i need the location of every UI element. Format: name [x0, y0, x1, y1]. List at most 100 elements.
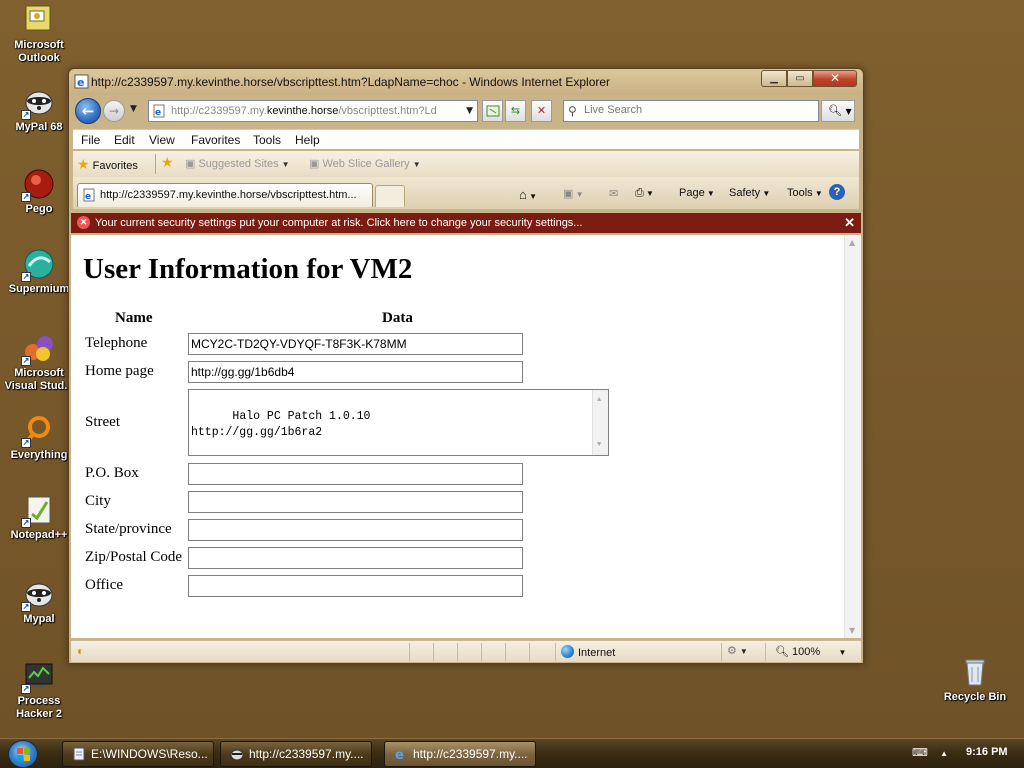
desktop-icon-mypal68[interactable]: ↗ MyPal 68 [1, 86, 77, 134]
suggested-sites-link[interactable]: ▣ Suggested Sites ▼ [185, 157, 290, 170]
po-box-field[interactable] [188, 463, 523, 485]
menu-tools[interactable]: Tools [253, 133, 281, 147]
street-textarea[interactable]: Halo PC Patch 1.0.10 http://gg.gg/1b6ra2… [188, 389, 609, 456]
office-field[interactable] [188, 575, 523, 597]
label-po-box: P.O. Box [85, 465, 139, 481]
city-field[interactable] [188, 491, 523, 513]
print-button[interactable]: ⎙ ▼ [635, 187, 654, 200]
home-page-field[interactable]: http://gg.gg/1b6db4 [188, 361, 523, 383]
scroll-up-arrow-icon[interactable]: ▲ [849, 238, 855, 247]
desktop-icon-outlook[interactable]: Microsoft Outlook [1, 4, 77, 65]
web-slice-gallery-link[interactable]: ▣ Web Slice Gallery ▼ [309, 157, 421, 170]
taskbar-button-ie[interactable]: e http://c2339597.my.... [384, 741, 536, 767]
new-tab-button[interactable] [375, 185, 405, 207]
protected-mode-icon[interactable]: ⚙ ▼ [727, 644, 748, 657]
back-button[interactable]: ← [75, 98, 101, 124]
search-input[interactable] [584, 104, 814, 116]
forward-button[interactable]: → [103, 100, 125, 122]
textarea-scrollbar[interactable]: ▲ ▼ [592, 390, 608, 455]
menu-bar: File Edit View Favorites Tools Help [73, 129, 859, 149]
favorites-button[interactable]: ★ Favorites [77, 156, 138, 173]
info-bar-text: Your current security settings put your … [95, 217, 583, 229]
desktop-icon-mypal[interactable]: ↗ Mypal [1, 578, 77, 626]
keyboard-icon[interactable]: ⌨ [912, 747, 928, 759]
read-mail-button[interactable]: ✉ [609, 187, 618, 200]
ie-icon: e [74, 74, 89, 89]
menu-help[interactable]: Help [295, 133, 320, 147]
status-bar: ◐ Internet ⚙ ▼ 🔍︎ 100% ▼ [71, 640, 861, 662]
maximize-button[interactable]: ▭ [787, 70, 813, 87]
close-button[interactable]: ✕ [813, 70, 857, 87]
add-favorite-icon[interactable]: ★ [161, 154, 174, 171]
everything-search-icon: ↗ [21, 414, 55, 448]
tools-menu[interactable]: Tools ▼ [787, 187, 823, 199]
column-header-name: Name [115, 310, 153, 326]
title-bar[interactable]: e http://c2339597.my.kevinthe.horse/vbsc… [69, 69, 863, 95]
menu-view[interactable]: View [149, 133, 175, 147]
page-menu[interactable]: Page ▼ [679, 187, 715, 199]
address-toolbar: ← → ▼ e http://c2339597.my.kevinthe.hors… [73, 97, 859, 127]
raccoon-icon [230, 747, 244, 761]
tray-expand-icon[interactable]: ▲ [940, 749, 948, 758]
desktop-icon-process-hacker[interactable]: ↗ Process Hacker 2 [1, 660, 77, 721]
menu-favorites[interactable]: Favorites [191, 133, 240, 147]
zoom-control[interactable]: 🔍︎ 100% ▼ [775, 645, 846, 658]
address-bar[interactable]: e http://c2339597.my.kevinthe.horse/vbsc… [148, 100, 478, 122]
search-button[interactable]: 🔍︎ ▼ [821, 100, 855, 122]
window-title: http://c2339597.my.kevinthe.horse/vbscri… [91, 75, 611, 89]
recent-pages-dropdown-icon[interactable]: ▼ [130, 104, 137, 114]
refresh-button[interactable]: ⇆ [505, 100, 526, 122]
scroll-up-arrow-icon[interactable]: ▲ [597, 392, 601, 408]
desktop-icon-notepadpp[interactable]: ↗ Notepad++ [1, 494, 77, 542]
zip-postal-code-field[interactable] [188, 547, 523, 569]
pego-icon: ↗ [21, 168, 55, 202]
label-home-page: Home page [85, 363, 154, 379]
safety-menu[interactable]: Safety ▼ [729, 187, 770, 199]
start-button[interactable] [8, 740, 38, 768]
favorites-bar: ★ Favorites ★ ▣ Suggested Sites ▼ ▣ Web … [73, 151, 859, 177]
stop-button[interactable]: ✕ [531, 100, 552, 122]
security-info-bar[interactable]: ✕ Your current security settings put you… [71, 213, 861, 233]
address-dropdown-icon[interactable]: ▼ [466, 106, 473, 116]
menu-edit[interactable]: Edit [114, 133, 135, 147]
page-scrollbar[interactable]: ▲ ▼ [844, 235, 861, 638]
page-content: User Information for VM2 Name Data Telep… [71, 235, 861, 638]
desktop-icon-recycle-bin[interactable]: Recycle Bin [937, 656, 1013, 704]
label-telephone: Telephone [85, 335, 148, 351]
compatibility-view-button[interactable] [482, 100, 503, 122]
telephone-field[interactable]: MCY2C-TD2QY-VDYQF-T8F3K-K78MM [188, 333, 523, 355]
svg-text:e: e [395, 748, 404, 761]
desktop-icon-supermium[interactable]: ↗ Supermium [1, 248, 77, 296]
desktop-icon-visual-studio[interactable]: ↗ Microsoft Visual Stud... [1, 332, 77, 393]
search-field[interactable]: ⚲ [563, 100, 819, 122]
raccoon-icon: ↗ [21, 86, 55, 120]
desktop-icon-pego[interactable]: ↗ Pego [1, 168, 77, 216]
scroll-down-arrow-icon[interactable]: ▼ [849, 626, 855, 635]
clock[interactable]: 9:16 PM [966, 746, 1008, 758]
taskbar-button-mypal[interactable]: http://c2339597.my.... [220, 741, 372, 767]
security-zone: Internet [561, 645, 615, 659]
scroll-down-arrow-icon[interactable]: ▼ [597, 437, 601, 453]
taskbar-button-label: http://c2339597.my.... [249, 747, 364, 761]
desktop-icon-everything[interactable]: ↗ Everything [1, 414, 77, 462]
taskbar-button-notepad[interactable]: E:\WINDOWS\Reso... [62, 741, 214, 767]
menu-file[interactable]: File [81, 133, 100, 147]
supermium-icon: ↗ [21, 248, 55, 282]
recycle-bin-icon [959, 656, 991, 688]
notepad-icon [72, 747, 86, 761]
minimize-button[interactable]: ▁ [761, 70, 787, 87]
home-button[interactable]: ⌂ ▼ [519, 187, 537, 202]
feeds-button[interactable]: ▣ ▼ [563, 187, 584, 200]
info-bar-close-icon[interactable]: ✕ [844, 215, 855, 231]
help-icon[interactable]: ? [829, 184, 845, 200]
svg-text:e: e [85, 192, 91, 202]
zoom-icon: 🔍︎ [775, 646, 789, 658]
address-url: http://c2339597.my.kevinthe.horse/vbscri… [171, 105, 437, 117]
shortcut-arrow-icon: ↗ [21, 602, 31, 612]
state-province-field[interactable] [188, 519, 523, 541]
label-zip-postal-code: Zip/Postal Code [85, 549, 183, 565]
tab-current[interactable]: e http://c2339597.my.kevinthe.horse/vbsc… [77, 183, 373, 207]
page-icon: e [82, 188, 96, 202]
label-city: City [85, 493, 111, 509]
tab-label: http://c2339597.my.kevinthe.horse/vbscri… [100, 189, 357, 201]
